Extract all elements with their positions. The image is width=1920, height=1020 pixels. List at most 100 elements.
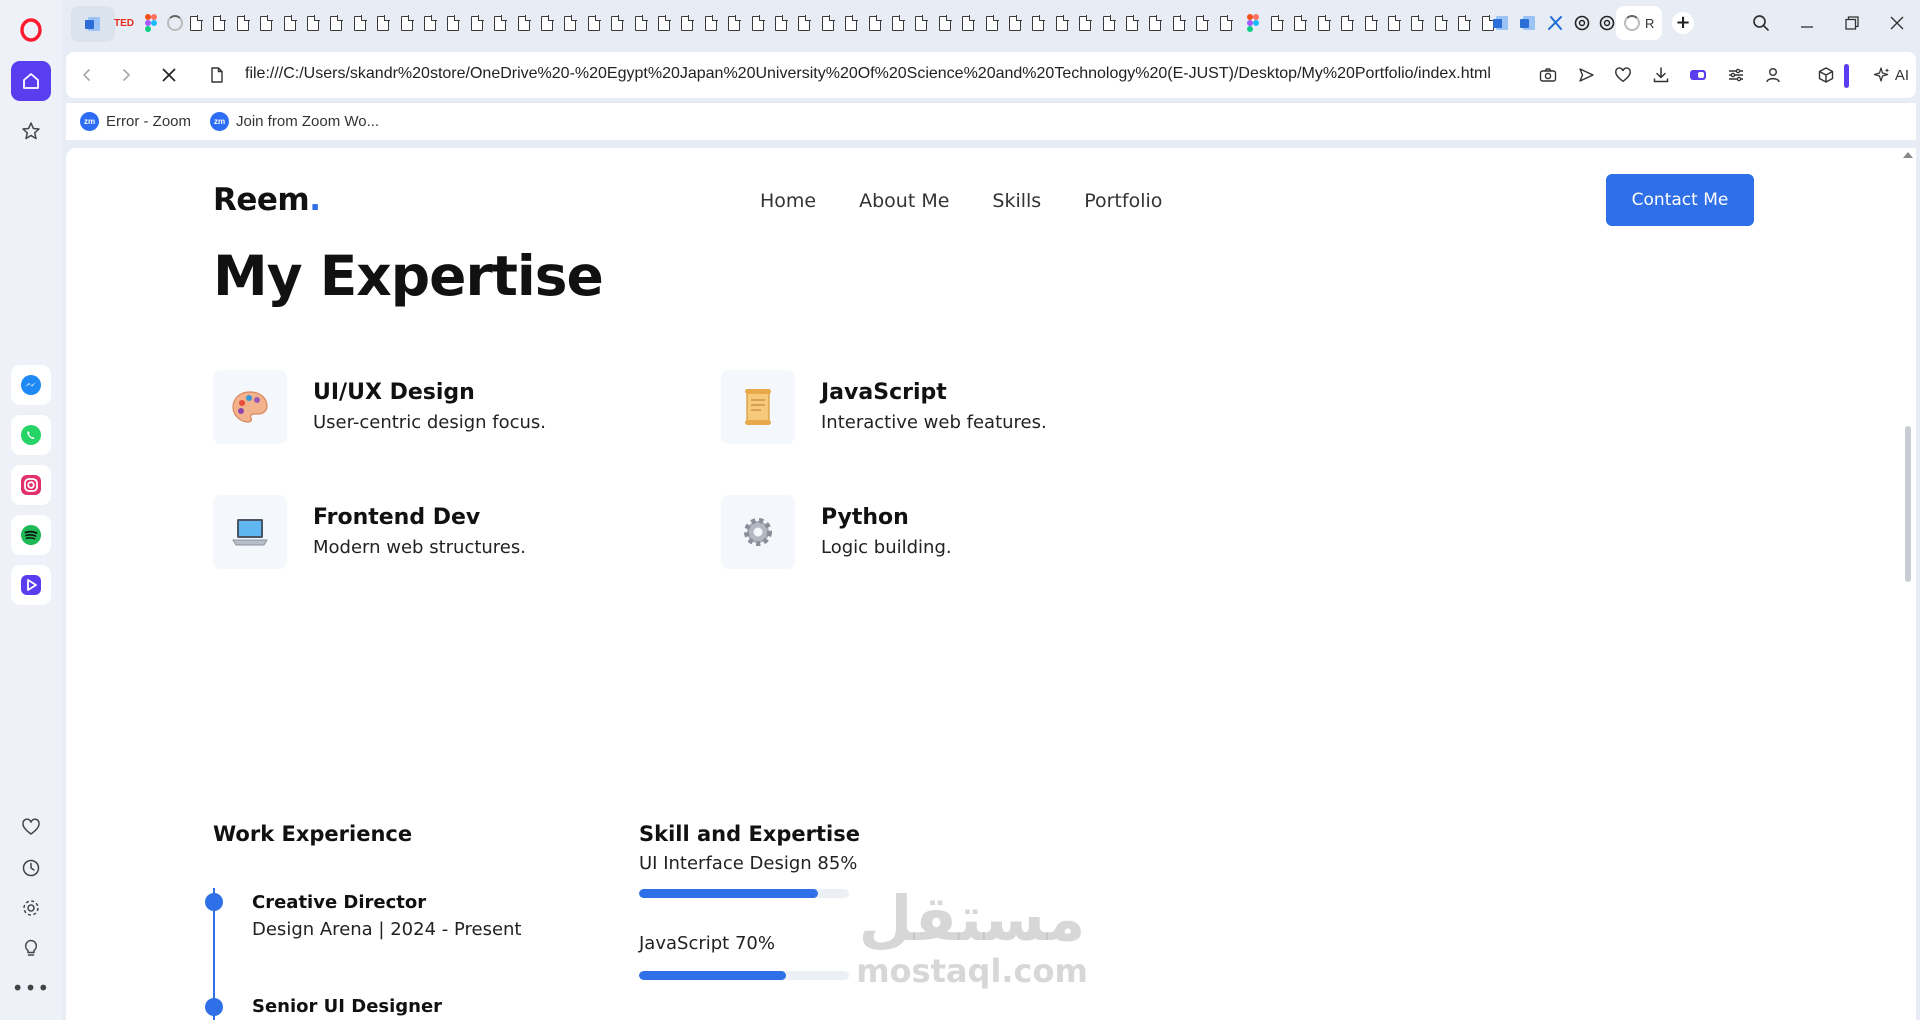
settings-icon[interactable] [11,888,51,928]
document-icon [1126,14,1139,31]
url-field[interactable]: file:///C:/Users/skandr%20store/OneDrive… [245,65,1545,83]
bookmark-label: Join from Zoom Wo... [236,113,380,130]
expertise-name: Frontend Dev [313,505,481,530]
tab-document[interactable] [206,10,232,36]
tab-document[interactable] [838,10,864,36]
tab-word-doc[interactable] [71,6,115,42]
more-icon[interactable]: ••• [11,968,51,1008]
tab-document[interactable] [1142,10,1168,36]
document-icon [1458,14,1471,31]
tab-document[interactable] [604,10,630,36]
tab-figma-2[interactable] [1240,10,1266,36]
tab-document[interactable] [370,10,396,36]
tab-x[interactable] [1542,10,1568,36]
document-icon [705,14,718,31]
bookmark-heart-icon[interactable] [1613,65,1633,85]
tab-document[interactable] [791,10,817,36]
tab-document[interactable] [721,10,747,36]
skills-title: Skill and Expertise [639,822,860,846]
tab-document[interactable] [487,10,513,36]
bookmark-item[interactable]: zm Error - Zoom [80,112,191,131]
easy-setup-icon[interactable] [1726,65,1746,85]
zoom-icon: zm [210,112,229,131]
tab-ted[interactable]: TED [111,10,137,36]
document-icon [775,14,788,31]
page-scrollbar[interactable] [1900,148,1916,1020]
document-icon [1220,14,1233,31]
close-window-icon[interactable] [1882,10,1912,36]
site-logo[interactable]: Reem. [213,182,321,218]
tab-word-2[interactable] [1488,10,1514,36]
messenger-icon[interactable] [11,365,51,405]
star-icon[interactable] [11,111,51,151]
document-icon [1388,14,1401,31]
tab-document[interactable] [323,10,349,36]
minimize-icon[interactable] [1792,10,1822,36]
tab-document[interactable] [1213,10,1239,36]
player-icon[interactable] [11,565,51,605]
tab-document[interactable] [253,10,279,36]
document-icon [892,14,905,31]
back-icon[interactable] [76,64,98,86]
tab-document[interactable] [1287,10,1313,36]
nav-link-home[interactable]: Home [760,190,816,212]
tab-document[interactable] [440,10,466,36]
home-icon[interactable] [11,61,51,101]
lightbulb-icon[interactable] [11,928,51,968]
send-icon[interactable] [1576,65,1596,85]
tab-document[interactable] [1025,10,1051,36]
nav-link-about[interactable]: About Me [859,190,949,212]
tab-document[interactable] [1189,10,1215,36]
camera-icon[interactable] [1538,65,1558,85]
tab-document[interactable] [955,10,981,36]
document-icon [752,14,765,31]
profile-icon[interactable] [1763,65,1783,85]
watermark-arabic: مستقل [858,882,1086,955]
file-icon[interactable] [206,64,228,86]
nav-link-portfolio[interactable]: Portfolio [1084,190,1162,212]
document-icon [658,14,671,31]
tab-document[interactable] [1334,10,1360,36]
tab-document[interactable] [1404,10,1430,36]
scroll-thumb[interactable] [1905,426,1911,582]
tab-active[interactable]: R [1616,6,1662,40]
browser-sidebar: ••• [0,0,62,1020]
stop-loading-icon[interactable] [158,64,180,86]
ai-button[interactable]: AI [1866,60,1916,90]
search-tabs-icon[interactable] [1746,10,1776,36]
job-title: Creative Director [252,892,427,913]
document-icon [1009,14,1022,31]
bookmark-item[interactable]: zm Join from Zoom Wo... [210,112,379,131]
document-icon [962,14,975,31]
document-icon [1294,14,1307,31]
tab-word-3[interactable] [1515,10,1541,36]
whatsapp-icon[interactable] [11,415,51,455]
adblock-icon[interactable] [1688,65,1708,85]
contact-me-button[interactable]: Contact Me [1606,174,1754,226]
forward-icon[interactable] [115,64,137,86]
tab-document[interactable] [557,10,583,36]
tab-document[interactable] [1451,10,1477,36]
document-icon [1173,14,1186,31]
word-doc-icon [1493,16,1508,30]
expertise-title: My Expertise [213,244,604,308]
instagram-icon[interactable] [11,465,51,505]
tab-document[interactable] [1072,10,1098,36]
nav-link-skills[interactable]: Skills [992,190,1041,212]
tab-chatgpt[interactable] [1569,10,1595,36]
tab-document[interactable] [674,10,700,36]
history-icon[interactable] [11,848,51,888]
download-icon[interactable] [1651,65,1671,85]
scroll-up-arrow-icon[interactable] [1903,152,1913,158]
opera-logo-icon[interactable] [11,10,51,50]
heart-icon[interactable] [11,807,51,847]
site-nav-links: Home About Me Skills Portfolio [760,190,1162,212]
document-icon [354,14,367,31]
spotify-icon[interactable] [11,515,51,555]
extensions-cube-icon[interactable] [1816,65,1836,85]
tab-document[interactable] [908,10,934,36]
new-tab-button[interactable]: + [1672,12,1694,34]
document-icon [518,14,531,31]
restore-icon[interactable] [1837,10,1867,36]
tab-figma[interactable] [138,10,164,36]
